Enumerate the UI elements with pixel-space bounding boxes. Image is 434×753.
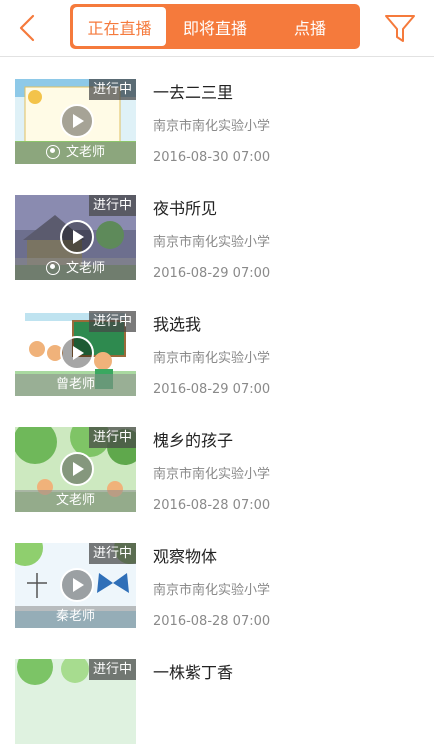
teacher-label: 秦老师 xyxy=(15,606,136,628)
chevron-left-icon xyxy=(19,14,35,42)
lesson-school: 南京市南化实验小学 xyxy=(153,119,271,134)
tab-on-demand[interactable]: 点播 xyxy=(265,4,355,49)
list-item[interactable]: 进行中 文老师 夜书所见 南京市南化实验小学 2016-08-29 07:00 xyxy=(0,173,434,289)
lesson-list: 进行中 文老师 一去二三里 南京市南化实验小学 2016-08-30 07:00… xyxy=(0,57,434,753)
teacher-name: 曾老师 xyxy=(55,377,95,392)
teacher-label: 文老师 xyxy=(15,142,136,164)
tab-upcoming[interactable]: 即将直播 xyxy=(170,4,260,49)
lesson-school: 南京市南化实验小学 xyxy=(153,235,271,250)
lesson-thumbnail: 进行中 曾老师 xyxy=(15,311,136,396)
lesson-datetime: 2016-08-28 07:00 xyxy=(153,498,271,513)
play-icon[interactable] xyxy=(60,452,94,486)
filter-funnel-icon xyxy=(385,15,415,42)
lesson-title: 一去二三里 xyxy=(153,83,234,102)
top-bar: 正在直播 即将直播 点播 xyxy=(0,0,434,57)
lesson-thumbnail: 进行中 xyxy=(15,659,136,744)
lesson-school: 南京市南化实验小学 xyxy=(153,583,271,598)
lesson-school: 南京市南化实验小学 xyxy=(153,351,271,366)
play-icon[interactable] xyxy=(60,104,94,138)
status-badge: 进行中 xyxy=(88,427,136,448)
live-tab-switcher: 正在直播 即将直播 点播 xyxy=(70,4,360,49)
teacher-label: 文老师 xyxy=(15,258,136,280)
play-icon[interactable] xyxy=(60,568,94,602)
teacher-label: 曾老师 xyxy=(15,374,136,396)
lesson-thumbnail: 进行中 文老师 xyxy=(15,427,136,512)
list-item[interactable]: 进行中 秦老师 观察物体 南京市南化实验小学 2016-08-28 07:00 xyxy=(0,521,434,637)
list-item[interactable]: 进行中 一株紫丁香 xyxy=(0,637,434,753)
lesson-datetime: 2016-08-30 07:00 xyxy=(153,150,271,165)
lesson-title: 一株紫丁香 xyxy=(153,663,234,682)
status-badge: 进行中 xyxy=(88,543,136,564)
filter-button[interactable] xyxy=(384,12,416,44)
status-badge: 进行中 xyxy=(88,195,136,216)
lesson-thumbnail: 进行中 文老师 xyxy=(15,79,136,164)
play-icon[interactable] xyxy=(60,220,94,254)
user-icon xyxy=(45,261,60,275)
teacher-name: 文老师 xyxy=(55,493,95,508)
lesson-thumbnail: 进行中 文老师 xyxy=(15,195,136,280)
lesson-title: 槐乡的孩子 xyxy=(153,431,234,450)
user-icon xyxy=(45,145,60,159)
list-item[interactable]: 进行中 文老师 槐乡的孩子 南京市南化实验小学 2016-08-28 07:00 xyxy=(0,405,434,521)
teacher-label: 文老师 xyxy=(15,490,136,512)
teacher-name: 文老师 xyxy=(65,145,105,160)
status-badge: 进行中 xyxy=(88,659,136,680)
lesson-title: 我选我 xyxy=(153,315,202,334)
tab-live-now[interactable]: 正在直播 xyxy=(73,7,166,46)
lesson-datetime: 2016-08-29 07:00 xyxy=(153,266,271,281)
lesson-datetime: 2016-08-28 07:00 xyxy=(153,614,271,629)
lesson-thumbnail: 进行中 秦老师 xyxy=(15,543,136,628)
play-icon[interactable] xyxy=(60,336,94,370)
teacher-name: 文老师 xyxy=(65,261,105,276)
teacher-name: 秦老师 xyxy=(55,609,95,624)
list-item[interactable]: 进行中 文老师 一去二三里 南京市南化实验小学 2016-08-30 07:00 xyxy=(0,57,434,173)
lesson-datetime: 2016-08-29 07:00 xyxy=(153,382,271,397)
status-badge: 进行中 xyxy=(88,311,136,332)
lesson-title: 夜书所见 xyxy=(153,199,218,218)
list-item[interactable]: 进行中 曾老师 我选我 南京市南化实验小学 2016-08-29 07:00 xyxy=(0,289,434,405)
lesson-title: 观察物体 xyxy=(153,547,218,566)
back-button[interactable] xyxy=(14,12,40,44)
status-badge: 进行中 xyxy=(88,79,136,100)
lesson-school: 南京市南化实验小学 xyxy=(153,467,271,482)
